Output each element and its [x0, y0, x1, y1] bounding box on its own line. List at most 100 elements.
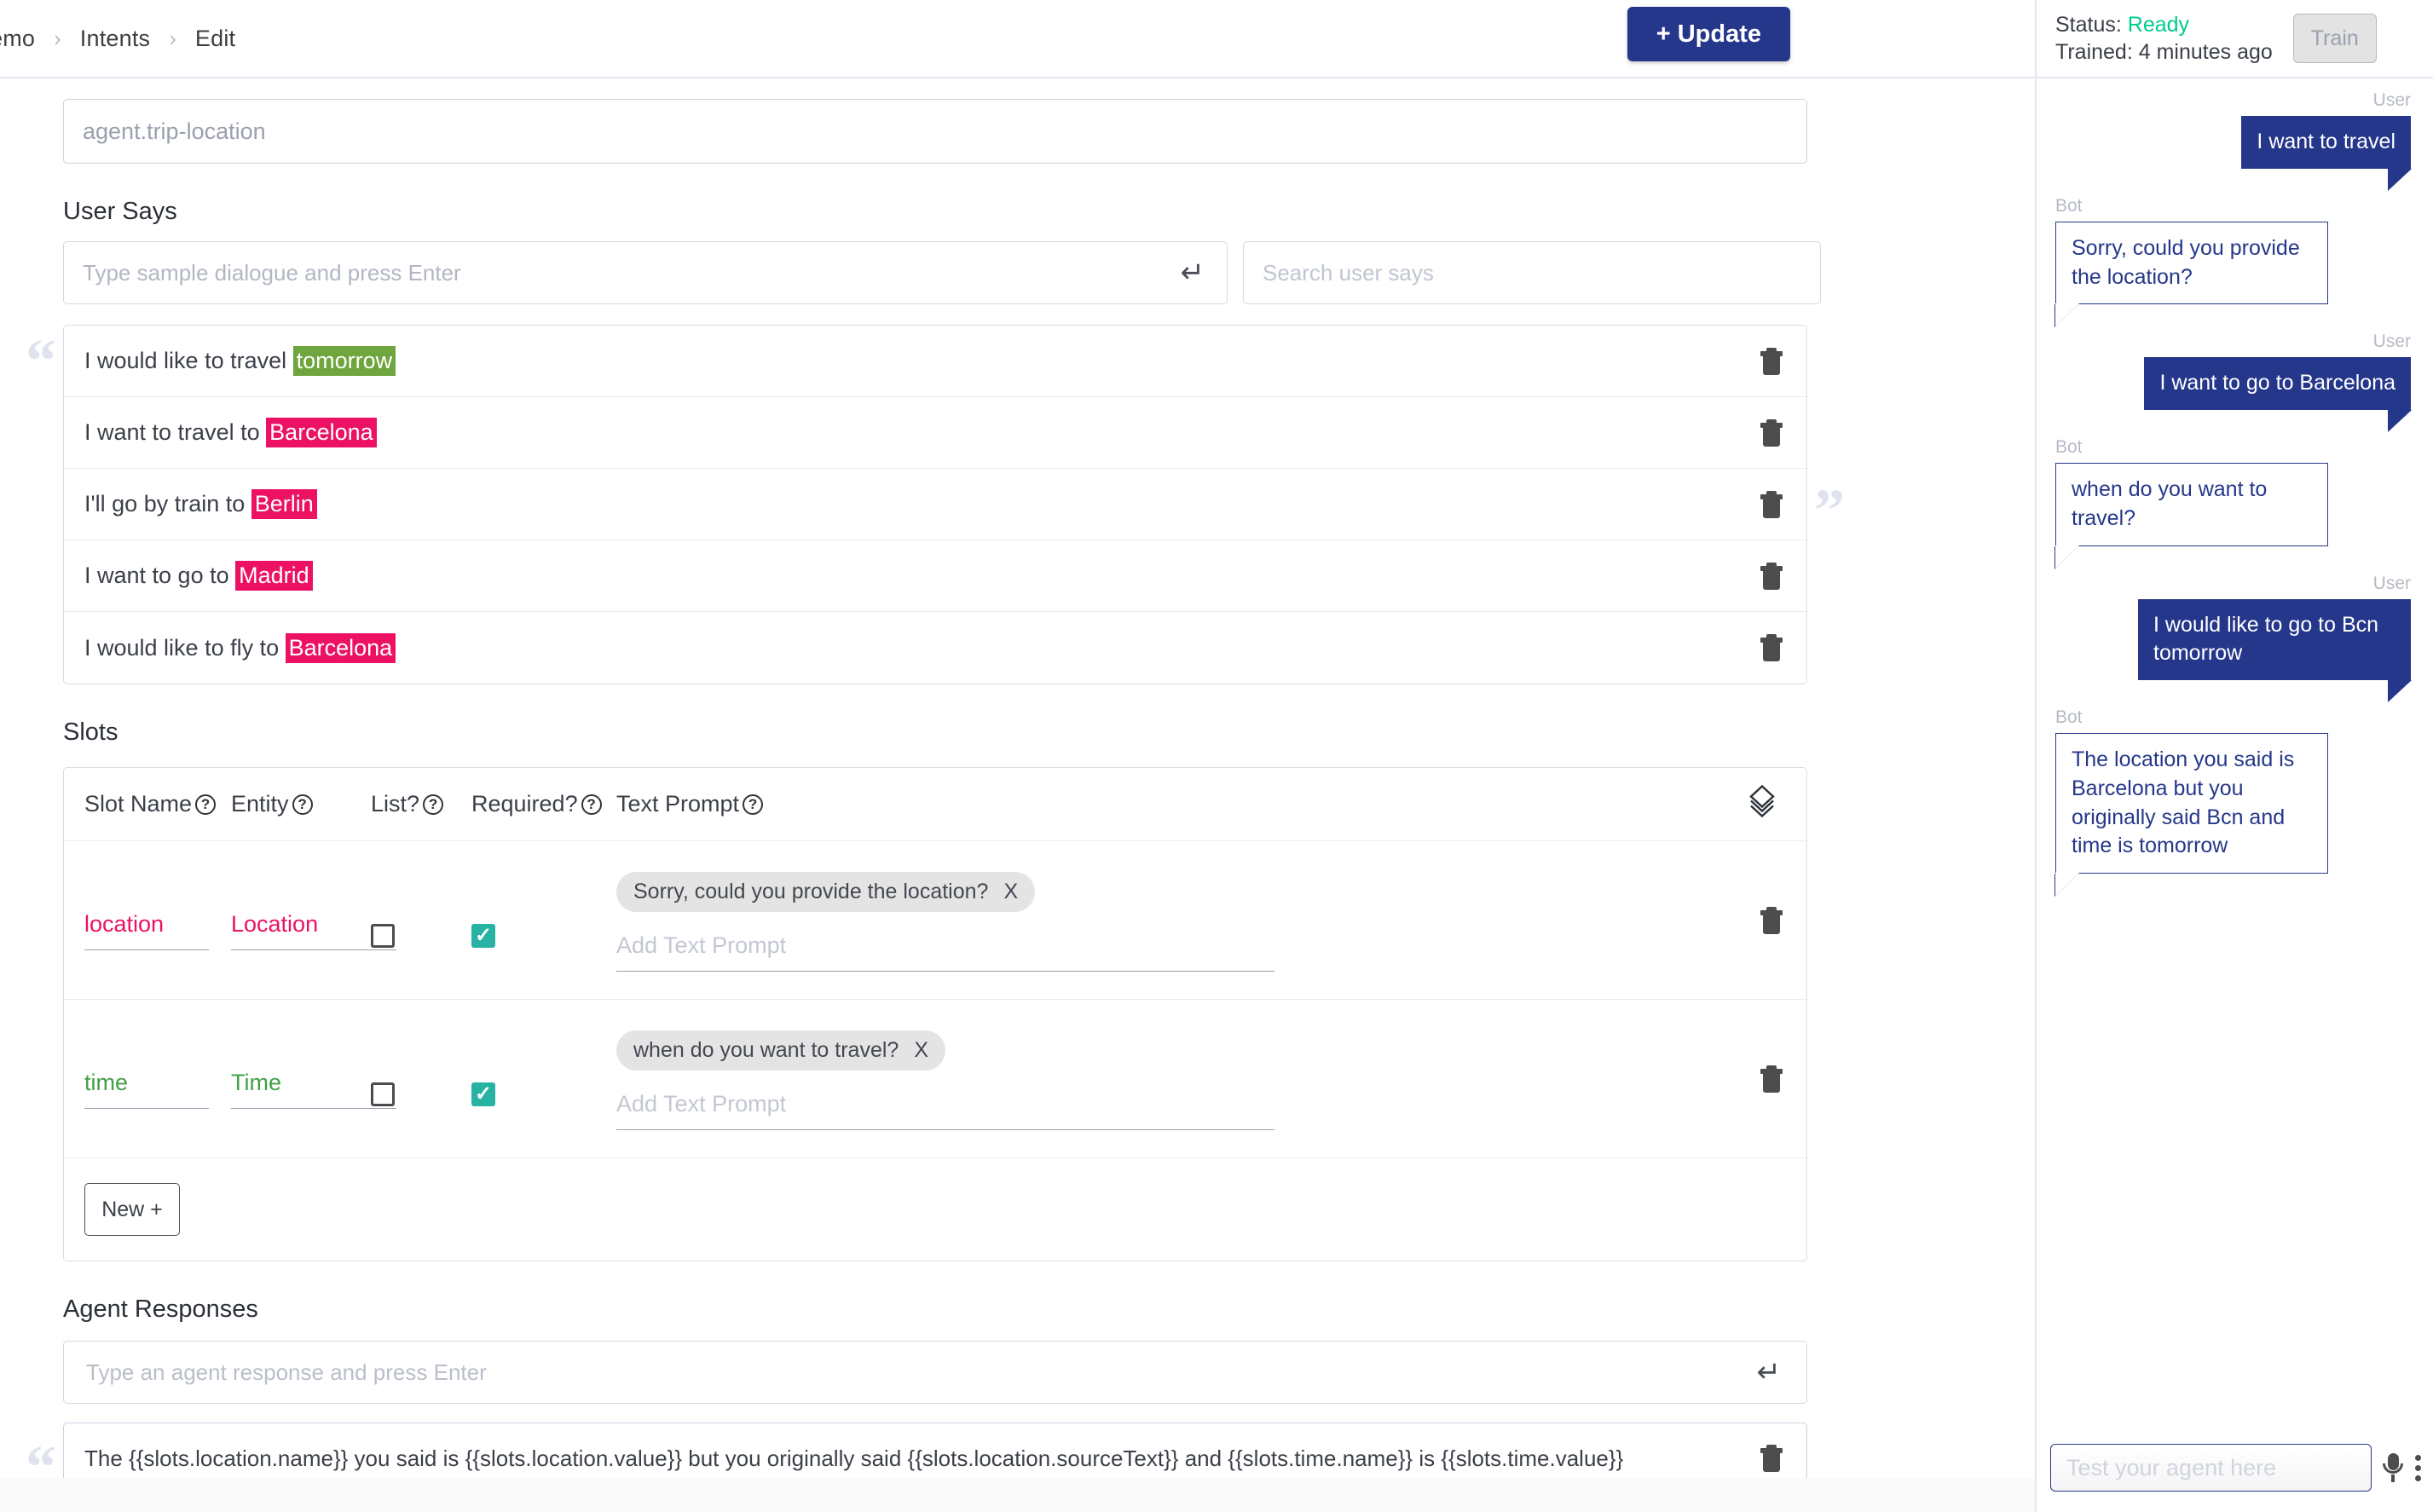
help-icon[interactable]: ?: [743, 794, 764, 815]
agent-response-input[interactable]: Type an agent response and press Enter ↵: [63, 1341, 1807, 1404]
slot-name-value: location: [84, 911, 165, 937]
slots-rows: location Location Sorry, could you provide…: [64, 841, 1806, 1158]
train-button[interactable]: Train: [2292, 14, 2377, 63]
slot-list-checkbox[interactable]: [371, 924, 395, 948]
user-says-item[interactable]: I would like to travel tomorrow: [64, 326, 1806, 397]
status-value: Ready: [2127, 13, 2190, 37]
search-user-says-input[interactable]: Search user says: [1243, 241, 1821, 304]
close-quote-decoration: ”: [1814, 476, 1845, 545]
user-says-item[interactable]: I'll go by train to Berlin: [64, 469, 1806, 540]
help-icon[interactable]: ?: [292, 794, 313, 815]
slot-required-checkbox[interactable]: [471, 1082, 495, 1106]
intent-name-placeholder: agent.trip-location: [83, 118, 266, 144]
entity-highlight-time[interactable]: tomorrow: [292, 346, 396, 376]
user-says-item[interactable]: I want to go to Madrid: [64, 540, 1806, 612]
slot-name-field[interactable]: location: [84, 911, 209, 950]
microphone-icon[interactable]: [2382, 1453, 2404, 1482]
user-says-item[interactable]: I want to travel to Barcelona: [64, 397, 1806, 469]
trash-icon[interactable]: [1760, 906, 1783, 934]
trash-icon[interactable]: [1760, 1065, 1783, 1093]
layers-icon[interactable]: [1743, 783, 1781, 825]
chat-input-placeholder: Test your agent here: [2066, 1454, 2277, 1480]
user-says-input[interactable]: Type sample dialogue and press Enter ↵: [63, 241, 1228, 304]
column-header-required: Required? ?: [471, 791, 602, 817]
chat-message-user: User I want to travel: [2055, 90, 2412, 191]
slot-name-field[interactable]: time: [84, 1070, 209, 1109]
user-says-item-text: I would like to travel tomorrow: [84, 346, 396, 376]
chat-sender-label: Bot: [2055, 437, 2083, 457]
trash-icon[interactable]: [1760, 634, 1783, 661]
chat-input[interactable]: Test your agent here: [2050, 1444, 2372, 1492]
form-content: agent.trip-location User Says Type sampl…: [0, 99, 2035, 1512]
enter-arrow-icon[interactable]: ↵: [1181, 258, 1205, 287]
new-slot-button[interactable]: New +: [84, 1183, 180, 1236]
chat-bubble: I would like to go to Bcn tomorrow: [2138, 598, 2412, 702]
user-says-placeholder: Type sample dialogue and press Enter: [83, 259, 461, 286]
chat-sender-label: Bot: [2055, 195, 2083, 216]
agent-response-placeholder: Type an agent response and press Enter: [86, 1359, 487, 1385]
agent-responses-title: Agent Responses: [63, 1296, 258, 1323]
status-row: Status: Ready: [2055, 11, 2273, 38]
top-bar: emo › Intents › Edit + Update: [0, 0, 2035, 78]
enter-arrow-icon[interactable]: ↵: [1757, 1358, 1782, 1387]
kebab-menu-icon[interactable]: [2414, 1454, 2421, 1481]
breadcrumb-separator-icon: ›: [169, 25, 176, 51]
chat-bubble: The location you said is Barcelona but y…: [2055, 733, 2328, 874]
slot-list-checkbox[interactable]: [371, 1082, 395, 1106]
column-header-list: List? ?: [371, 791, 444, 817]
chat-panel: Status: Ready Trained: 4 minutes ago Tra…: [2035, 0, 2433, 1512]
help-icon[interactable]: ?: [581, 794, 602, 815]
slots-title: Slots: [63, 718, 118, 746]
user-says-item-text: I would like to fly to Barcelona: [84, 632, 396, 663]
page-bottom-strip: [0, 1478, 2035, 1512]
slot-row: time Time when do you want to travel? X Add …: [64, 1000, 1806, 1158]
entity-highlight-location[interactable]: Berlin: [251, 489, 317, 519]
trained-row: Trained: 4 minutes ago: [2055, 38, 2273, 66]
slot-text-prompts: Sorry, could you provide the location? X A…: [616, 872, 1278, 972]
chat-header: Status: Ready Trained: 4 minutes ago Tra…: [2037, 0, 2433, 78]
status-label: Status:: [2055, 13, 2122, 37]
slots-new-row: New +: [64, 1158, 1806, 1261]
trash-icon[interactable]: [1760, 347, 1783, 375]
user-says-list: I would like to travel tomorrow I want to…: [63, 325, 1807, 684]
intent-name-field[interactable]: agent.trip-location: [63, 99, 1807, 164]
trash-icon[interactable]: [1760, 1445, 1783, 1472]
text-prompt-chip[interactable]: Sorry, could you provide the location? X: [616, 872, 1036, 912]
trash-icon[interactable]: [1760, 490, 1783, 518]
text-prompt-chip[interactable]: when do you want to travel? X: [616, 1030, 945, 1071]
entity-highlight-location[interactable]: Madrid: [235, 561, 313, 591]
trash-icon[interactable]: [1760, 418, 1783, 447]
user-says-input-row: Type sample dialogue and press Enter ↵ S…: [63, 241, 2035, 304]
user-says-item[interactable]: I would like to fly to Barcelona: [64, 612, 1806, 684]
slot-entity-value: Location: [231, 911, 319, 937]
slot-row: location Location Sorry, could you provide…: [64, 841, 1806, 1000]
close-icon[interactable]: X: [1003, 880, 1018, 904]
text-prompt-chip-label: Sorry, could you provide the location?: [633, 880, 989, 903]
slot-required-checkbox[interactable]: [471, 924, 495, 948]
chat-message-list[interactable]: User I want to travel Bot Sorry, could you …: [2037, 78, 2433, 1423]
breadcrumb-item-edit[interactable]: Edit: [176, 26, 254, 52]
slot-entity-value: Time: [231, 1070, 281, 1095]
chat-message-bot: Bot The location you said is Barcelona bu…: [2055, 707, 2411, 874]
add-text-prompt-input[interactable]: Add Text Prompt: [616, 1091, 1274, 1130]
chat-sender-label: User: [2372, 573, 2411, 593]
chat-bubble: when do you want to travel?: [2055, 463, 2328, 546]
add-text-prompt-input[interactable]: Add Text Prompt: [616, 932, 1274, 972]
add-text-prompt-placeholder: Add Text Prompt: [616, 932, 787, 958]
entity-highlight-location[interactable]: Barcelona: [285, 632, 396, 663]
breadcrumb-item-intents[interactable]: Intents: [61, 26, 169, 52]
chat-sender-label: Bot: [2055, 707, 2083, 727]
user-says-title: User Says: [63, 198, 177, 225]
trash-icon[interactable]: [1760, 562, 1783, 590]
close-icon[interactable]: X: [914, 1038, 928, 1063]
chat-sender-label: User: [2372, 90, 2411, 110]
user-says-item-text: I'll go by train to Berlin: [84, 489, 317, 519]
help-icon[interactable]: ?: [423, 794, 444, 815]
help-icon[interactable]: ?: [195, 794, 217, 815]
add-text-prompt-placeholder: Add Text Prompt: [616, 1091, 787, 1117]
entity-highlight-location[interactable]: Barcelona: [266, 418, 377, 447]
breadcrumb-item-agent[interactable]: emo: [0, 26, 54, 52]
update-button[interactable]: + Update: [1627, 7, 1790, 61]
trained-label: Trained:: [2055, 40, 2133, 64]
breadcrumb-separator-icon: ›: [54, 25, 61, 51]
